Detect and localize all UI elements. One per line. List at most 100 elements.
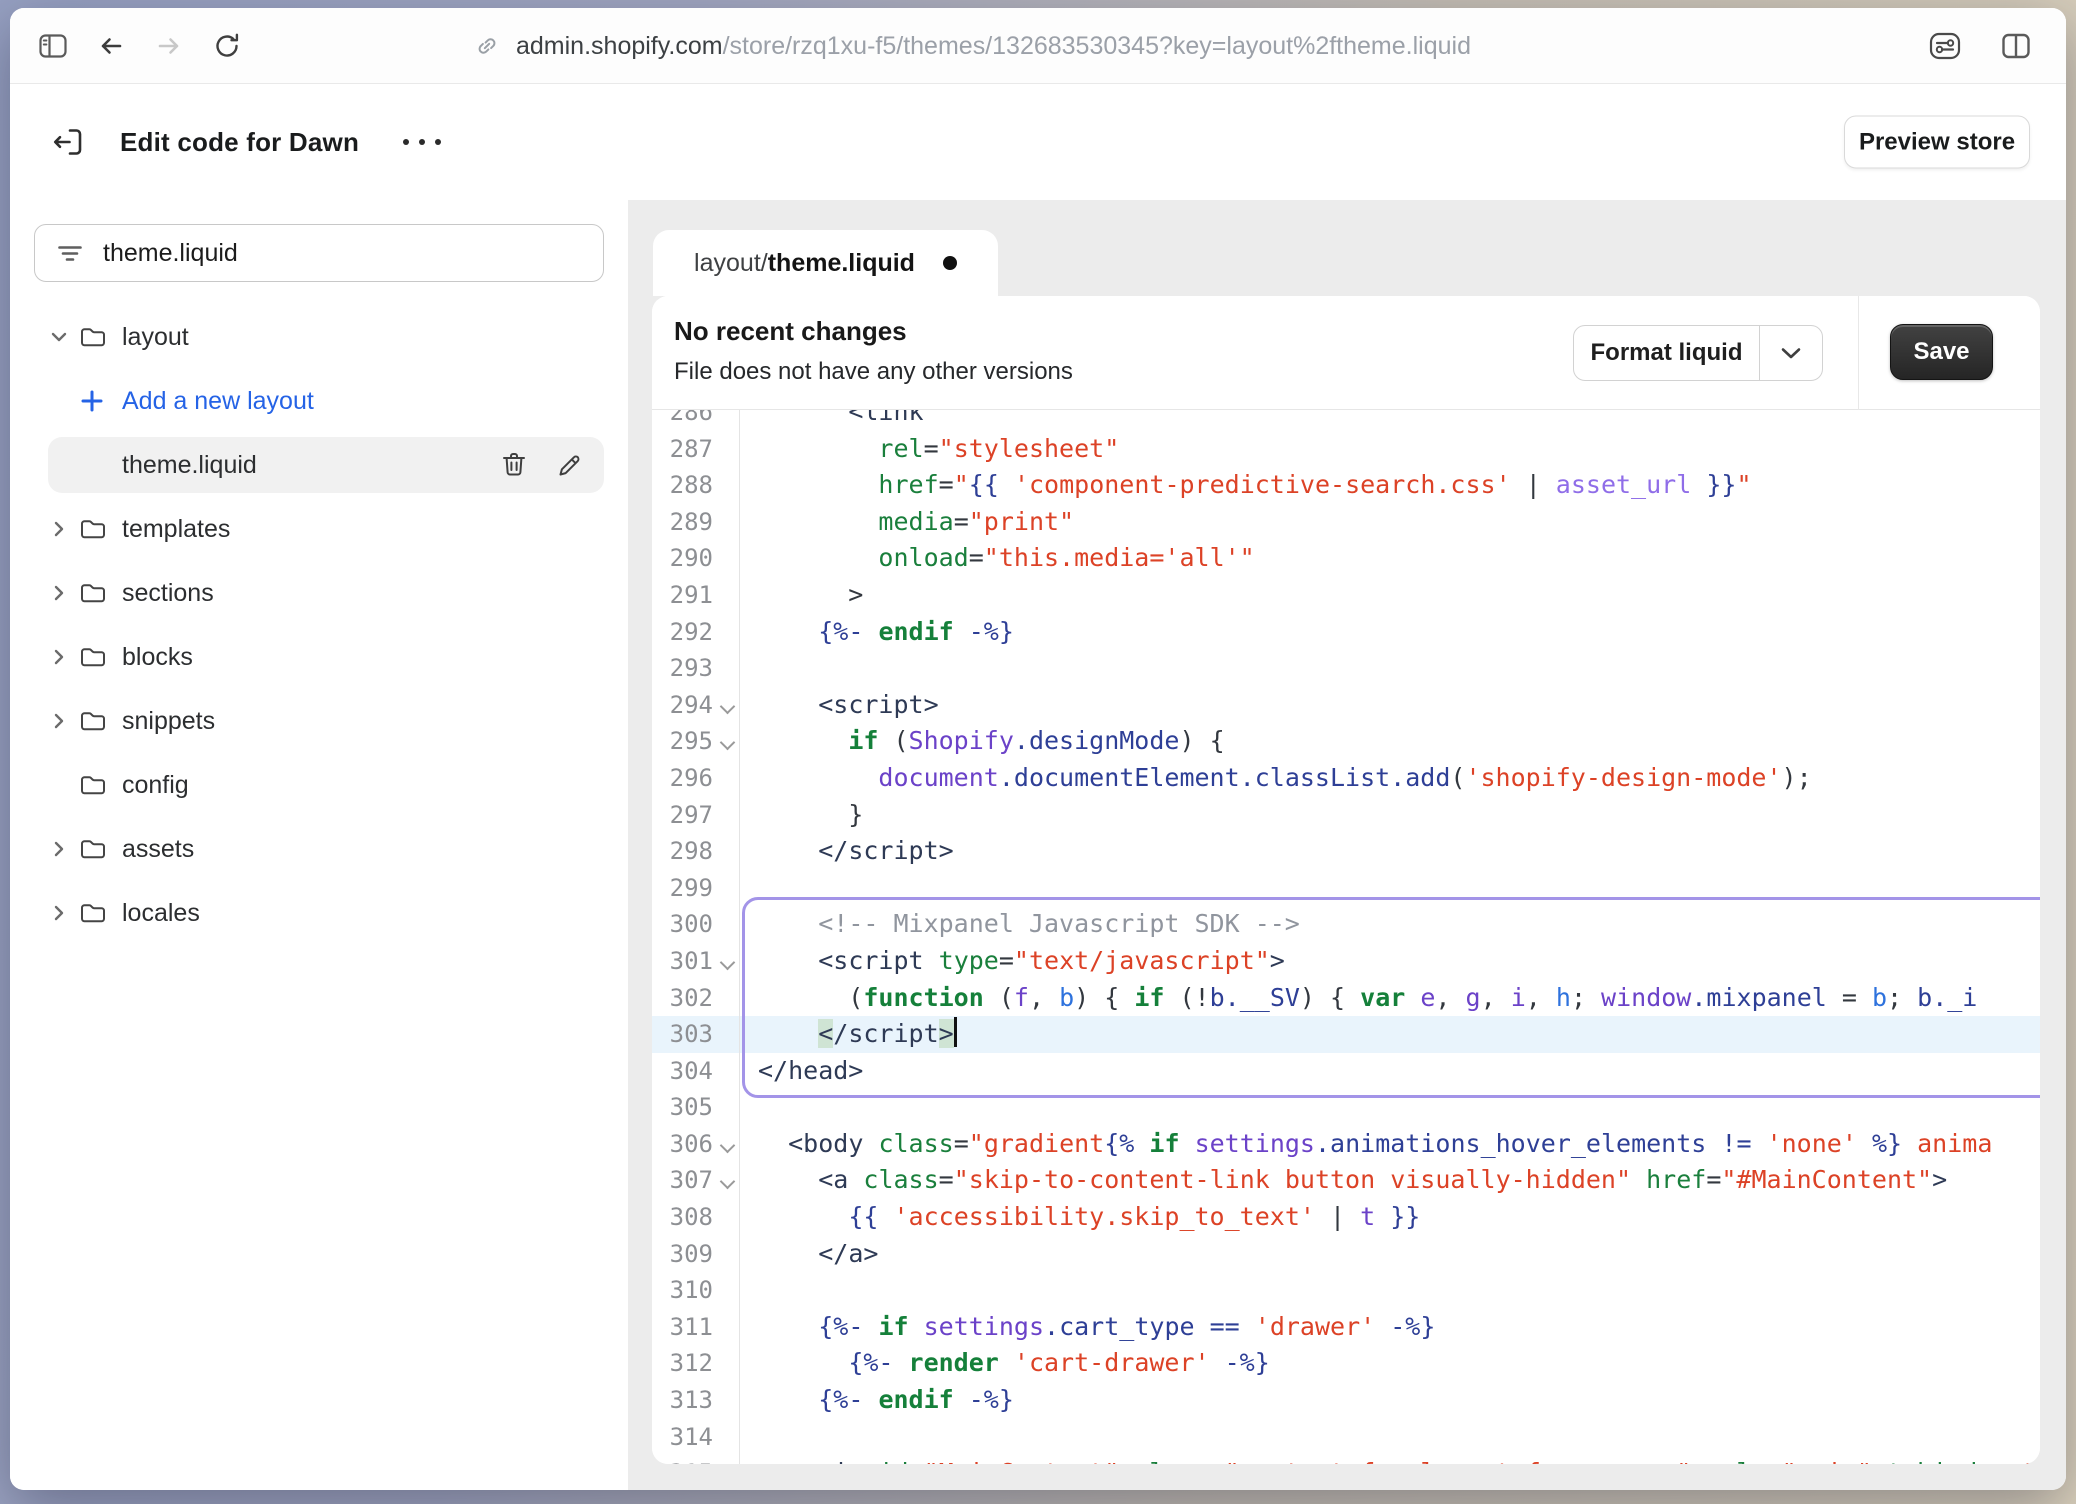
code-line-307[interactable]: <a class="skip-to-content-link button vi… xyxy=(740,1162,2040,1199)
chevron-down-icon[interactable] xyxy=(48,326,78,348)
back-button-icon[interactable] xyxy=(94,29,128,63)
browser-settings-icon[interactable] xyxy=(1927,29,1963,63)
delete-file-icon[interactable] xyxy=(498,449,530,481)
sidebar-item-label: blocks xyxy=(122,643,193,672)
sidebar-item-theme-liquid[interactable]: theme.liquid xyxy=(10,433,628,497)
code-line-303[interactable]: </script> xyxy=(740,1016,2040,1053)
sidebar-item-blocks[interactable]: blocks xyxy=(10,625,628,689)
editor-panel: No recent changes File does not have any… xyxy=(652,296,2040,1464)
code-line-293[interactable] xyxy=(740,650,2040,687)
exit-editor-icon[interactable] xyxy=(46,120,90,164)
code-line-302[interactable]: (function (f, b) { if (!b.__SV) { var e,… xyxy=(740,980,2040,1017)
sidebar-item-layout[interactable]: layout xyxy=(10,305,628,369)
gutter-line: 293 xyxy=(652,650,739,687)
code-line-299[interactable] xyxy=(740,870,2040,907)
sidebar-item-label: config xyxy=(122,771,189,800)
chevron-right-icon[interactable] xyxy=(48,838,78,860)
code-editor[interactable]: 2862872882892902912922932942952962972982… xyxy=(652,410,2040,1464)
desktop: { "browser": { "url_host": "admin.shopif… xyxy=(0,0,2076,1504)
code-line-297[interactable]: } xyxy=(740,797,2040,834)
code-line-306[interactable]: <body class="gradient{% if settings.anim… xyxy=(740,1126,2040,1163)
code-line-304[interactable]: </head> xyxy=(740,1053,2040,1090)
chevron-right-icon[interactable] xyxy=(48,518,78,540)
editor-panel-header: No recent changes File does not have any… xyxy=(652,296,2040,410)
chevron-right-icon[interactable] xyxy=(48,902,78,924)
gutter-line: 287 xyxy=(652,431,739,468)
text-cursor xyxy=(954,1017,957,1047)
sidebar-item-snippets[interactable]: snippets xyxy=(10,689,628,753)
split-view-icon[interactable] xyxy=(1999,29,2033,63)
gutter-line: 297 xyxy=(652,797,739,834)
reload-button-icon[interactable] xyxy=(210,29,244,63)
sidebar-item-label: theme.liquid xyxy=(122,451,257,480)
code-line-292[interactable]: {%- endif -%} xyxy=(740,614,2040,651)
folder-icon xyxy=(78,898,112,928)
gutter-line: 306 xyxy=(652,1126,739,1163)
format-liquid-button[interactable]: Format liquid xyxy=(1574,326,1760,380)
code-line-312[interactable]: {%- render 'cart-drawer' -%} xyxy=(740,1345,2040,1382)
save-button[interactable]: Save xyxy=(1890,324,1993,380)
sidebar-item-label: Add a new layout xyxy=(122,387,314,416)
sidebar-item-templates[interactable]: templates xyxy=(10,497,628,561)
code-line-300[interactable]: <!-- Mixpanel Javascript SDK --> xyxy=(740,906,2040,943)
code-line-311[interactable]: {%- if settings.cart_type == 'drawer' -%… xyxy=(740,1309,2040,1346)
folder-icon xyxy=(78,578,112,608)
chevron-right-icon[interactable] xyxy=(48,582,78,604)
fold-toggle-icon[interactable] xyxy=(719,699,735,715)
gutter-line: 313 xyxy=(652,1382,739,1419)
preview-store-button[interactable]: Preview store xyxy=(1844,116,2030,169)
rename-file-icon[interactable] xyxy=(554,449,586,481)
fold-toggle-icon[interactable] xyxy=(719,1174,735,1190)
sidebar-item-add-a-new-layout[interactable]: Add a new layout xyxy=(10,369,628,433)
code-line-308[interactable]: {{ 'accessibility.skip_to_text' | t }} xyxy=(740,1199,2040,1236)
code-line-294[interactable]: <script> xyxy=(740,687,2040,724)
link-icon xyxy=(472,31,502,61)
code-line-287[interactable]: rel="stylesheet" xyxy=(740,431,2040,468)
code-line-301[interactable]: <script type="text/javascript"> xyxy=(740,943,2040,980)
sidebar-toggle-icon[interactable] xyxy=(36,29,70,63)
page-title: Edit code for Dawn xyxy=(120,127,359,158)
code-line-309[interactable]: </a> xyxy=(740,1236,2040,1273)
code-line-296[interactable]: document.documentElement.classList.add('… xyxy=(740,760,2040,797)
format-options-dropdown[interactable] xyxy=(1760,326,1822,380)
gutter-line: 311 xyxy=(652,1309,739,1346)
gutter-line: 290 xyxy=(652,540,739,577)
fold-toggle-icon[interactable] xyxy=(719,955,735,971)
chevron-right-icon[interactable] xyxy=(48,646,78,668)
more-actions-icon[interactable] xyxy=(393,129,451,155)
gutter-line: 298 xyxy=(652,833,739,870)
code-line-315[interactable]: <main id="MainContent" class="content-fo… xyxy=(740,1455,2040,1464)
file-search-box[interactable] xyxy=(34,224,604,282)
fold-toggle-icon[interactable] xyxy=(719,735,735,751)
chevron-right-icon[interactable] xyxy=(48,710,78,732)
gutter-line: 307 xyxy=(652,1162,739,1199)
gutter-line: 303 xyxy=(652,1016,739,1053)
code-line-314[interactable] xyxy=(740,1419,2040,1456)
code-line-310[interactable] xyxy=(740,1272,2040,1309)
sidebar-item-assets[interactable]: assets xyxy=(10,817,628,881)
code-line-286[interactable]: <link xyxy=(740,410,2040,431)
address-bar[interactable]: admin.shopify.com/store/rzq1xu-f5/themes… xyxy=(472,8,1471,84)
code-line-305[interactable] xyxy=(740,1089,2040,1126)
code-line-295[interactable]: if (Shopify.designMode) { xyxy=(740,723,2040,760)
recent-changes-title: No recent changes xyxy=(674,316,907,347)
sidebar-item-config[interactable]: config xyxy=(10,753,628,817)
sidebar-item-locales[interactable]: locales xyxy=(10,881,628,945)
gutter-line: 301 xyxy=(652,943,739,980)
code-line-289[interactable]: media="print" xyxy=(740,504,2040,541)
gutter-line: 312 xyxy=(652,1345,739,1382)
code-line-313[interactable]: {%- endif -%} xyxy=(740,1382,2040,1419)
code-line-288[interactable]: href="{{ 'component-predictive-search.cs… xyxy=(740,467,2040,504)
sidebar-item-sections[interactable]: sections xyxy=(10,561,628,625)
gutter-line: 295 xyxy=(652,723,739,760)
code-line-298[interactable]: </script> xyxy=(740,833,2040,870)
code-line-290[interactable]: onload="this.media='all'" xyxy=(740,540,2040,577)
tab-theme-liquid[interactable]: layout/theme.liquid xyxy=(653,230,998,296)
folder-icon xyxy=(78,514,112,544)
search-input[interactable] xyxy=(103,239,583,268)
forward-button-icon[interactable] xyxy=(152,29,186,63)
filter-icon xyxy=(55,238,85,268)
sidebar-item-label: locales xyxy=(122,899,200,928)
fold-toggle-icon[interactable] xyxy=(719,1138,735,1154)
code-line-291[interactable]: > xyxy=(740,577,2040,614)
